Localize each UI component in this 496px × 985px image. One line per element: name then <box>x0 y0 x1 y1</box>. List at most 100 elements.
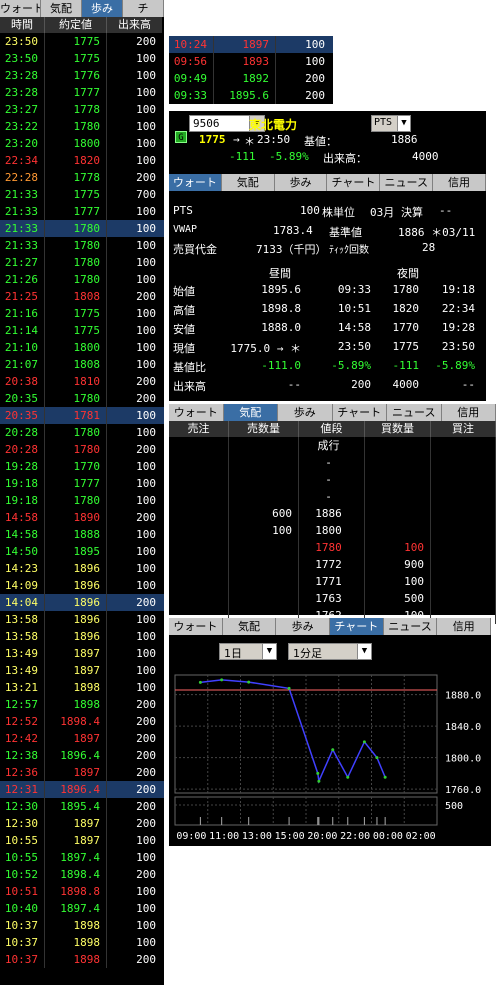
tab-1[interactable]: 気配 <box>223 404 278 421</box>
table-row[interactable]: 12:57 1898 200 <box>0 696 164 713</box>
market-select[interactable]: PTS ▼ <box>371 115 411 132</box>
table-row[interactable]: 23:20 1800 100 <box>0 135 164 152</box>
table-row[interactable]: 14:23 1896 100 <box>0 560 164 577</box>
table-row[interactable]: 1771 100 <box>169 573 496 590</box>
table-row[interactable]: 10:51 1898.8 100 <box>0 883 164 900</box>
interval-select[interactable]: 1分足 ▼ <box>288 643 372 660</box>
table-row[interactable]: 13:58 1896 100 <box>0 611 164 628</box>
table-row[interactable]: 13:21 1898 100 <box>0 679 164 696</box>
tab-2[interactable]: 歩み <box>278 404 333 421</box>
table-row[interactable]: 23:27 1778 100 <box>0 101 164 118</box>
table-row[interactable]: 14:58 1888 100 <box>0 526 164 543</box>
table-row[interactable]: 1772 900 <box>169 556 496 573</box>
table-row[interactable]: 19:18 1777 100 <box>0 475 164 492</box>
table-row[interactable]: 10:55 1897.4 100 <box>0 849 164 866</box>
table-row[interactable]: 20:38 1810 200 <box>0 373 164 390</box>
table-row[interactable]: 20:35 1781 100 <box>0 407 164 424</box>
table-row[interactable]: 09:49 1892 200 <box>169 70 333 87</box>
table-row[interactable]: 10:37 1898 100 <box>0 934 164 951</box>
table-row[interactable]: 1763 500 <box>169 590 496 607</box>
table-row[interactable]: 12:30 1897 200 <box>0 815 164 832</box>
tab-5[interactable]: 信用 <box>433 174 486 191</box>
board-list[interactable]: 成行 - - -600 1886 100 1800 1780 100 1772 900 1771 100… <box>169 437 496 624</box>
price-chart[interactable]: 1880.0 1840.0 1800.0 1760.0 500 09:00 11:00 13:… <box>169 663 491 848</box>
table-row[interactable]: 12:30 1895.4 200 <box>0 798 164 815</box>
tab-0[interactable]: ウォート <box>0 0 41 17</box>
table-row[interactable]: 14:50 1895 100 <box>0 543 164 560</box>
tab-1[interactable]: 気配 <box>41 0 82 17</box>
tab-3[interactable]: チ <box>123 0 164 17</box>
table-row[interactable]: 21:25 1808 200 <box>0 288 164 305</box>
table-row[interactable]: 600 1886 <box>169 505 496 522</box>
tab-0[interactable]: ウォート <box>169 404 224 421</box>
tab-4[interactable]: ニュース <box>387 404 442 421</box>
tab-1[interactable]: 気配 <box>221 174 275 191</box>
table-row[interactable]: 23:50 1775 100 <box>0 50 164 67</box>
table-row[interactable]: - <box>169 488 496 505</box>
table-row[interactable]: 21:10 1800 100 <box>0 339 164 356</box>
table-row[interactable]: 21:33 1775 700 <box>0 186 164 203</box>
table-row[interactable]: 12:38 1896.4 200 <box>0 747 164 764</box>
chevron-down-icon[interactable]: ▼ <box>397 116 410 131</box>
table-row[interactable]: 12:42 1897 200 <box>0 730 164 747</box>
table-row[interactable]: 21:26 1780 100 <box>0 271 164 288</box>
table-row[interactable]: 22:34 1820 100 <box>0 152 164 169</box>
table-row[interactable]: 12:52 1898.4 200 <box>0 713 164 730</box>
tab-3[interactable]: チャート <box>330 618 384 635</box>
table-row[interactable]: 09:56 1893 100 <box>169 53 333 70</box>
table-row[interactable]: 10:37 1898 200 <box>0 951 164 968</box>
table-row[interactable]: 21:07 1808 100 <box>0 356 164 373</box>
table-row[interactable]: 21:33 1777 100 <box>0 203 164 220</box>
table-row[interactable]: 10:37 1898 100 <box>0 917 164 934</box>
table-row[interactable]: 19:18 1780 100 <box>0 492 164 509</box>
table-row[interactable]: 10:55 1897 100 <box>0 832 164 849</box>
chevron-down-icon[interactable]: ▼ <box>357 644 371 659</box>
tab-0[interactable]: ウォート <box>169 174 222 191</box>
table-row[interactable]: 13:49 1897 100 <box>0 645 164 662</box>
table-row[interactable]: 21:33 1780 100 <box>0 237 164 254</box>
table-row[interactable]: 10:24 1897 100 <box>169 36 333 53</box>
table-row[interactable]: - <box>169 471 496 488</box>
tab-4[interactable]: ニュース <box>380 174 434 191</box>
tab-5[interactable]: 信用 <box>441 404 496 421</box>
tab-5[interactable]: 信用 <box>437 618 492 635</box>
tab-2[interactable]: 歩み <box>274 174 328 191</box>
table-row[interactable]: 09:33 1895.6 200 <box>169 87 333 104</box>
table-row[interactable]: 22:28 1778 200 <box>0 169 164 186</box>
table-row[interactable]: 14:04 1896 200 <box>0 594 164 611</box>
table-row[interactable]: 100 1800 <box>169 522 496 539</box>
table-row[interactable]: 12:36 1897 200 <box>0 764 164 781</box>
table-row[interactable]: 10:52 1898.4 200 <box>0 866 164 883</box>
table-row[interactable]: 21:33 1780 100 <box>0 220 164 237</box>
table-row[interactable]: 23:50 1775 200 <box>0 33 164 50</box>
chevron-down-icon[interactable]: ▼ <box>262 644 276 659</box>
time-sales-list[interactable]: 23:50 1775 200 23:50 1775 100 23:28 1776 100 23:2… <box>0 33 164 968</box>
table-row[interactable]: 14:58 1890 200 <box>0 509 164 526</box>
table-row[interactable]: - <box>169 454 496 471</box>
table-row[interactable]: 23:28 1777 100 <box>0 84 164 101</box>
table-row[interactable]: 21:27 1780 100 <box>0 254 164 271</box>
tab-3[interactable]: チャート <box>327 174 381 191</box>
table-row[interactable]: 21:14 1775 100 <box>0 322 164 339</box>
table-row[interactable]: 10:40 1897.4 100 <box>0 900 164 917</box>
table-row[interactable]: 20:28 1780 200 <box>0 441 164 458</box>
table-row[interactable]: 1780 100 <box>169 539 496 556</box>
period-select[interactable]: 1日 ▼ <box>219 643 277 660</box>
table-row[interactable]: 23:22 1780 100 <box>0 118 164 135</box>
table-row[interactable]: 23:28 1776 100 <box>0 67 164 84</box>
tab-3[interactable]: チャート <box>332 404 387 421</box>
table-row[interactable]: 12:31 1896.4 200 <box>0 781 164 798</box>
tab-4[interactable]: ニュース <box>383 618 438 635</box>
table-row[interactable]: 19:28 1770 100 <box>0 458 164 475</box>
tab-0[interactable]: ウォート <box>169 618 223 635</box>
table-row[interactable]: 14:09 1896 100 <box>0 577 164 594</box>
table-row[interactable]: 13:49 1897 100 <box>0 662 164 679</box>
table-row[interactable]: 20:28 1780 100 <box>0 424 164 441</box>
table-row[interactable]: 21:16 1775 100 <box>0 305 164 322</box>
table-row[interactable]: 成行 <box>169 437 496 454</box>
tab-2[interactable]: 歩み <box>276 618 331 635</box>
tab-2[interactable]: 歩み <box>82 0 123 17</box>
mini-trades-list[interactable]: 10:24 1897 100 09:56 1893 100 09:49 1892 200 09:3… <box>169 36 333 104</box>
table-row[interactable]: 20:35 1780 200 <box>0 390 164 407</box>
tab-1[interactable]: 気配 <box>222 618 277 635</box>
